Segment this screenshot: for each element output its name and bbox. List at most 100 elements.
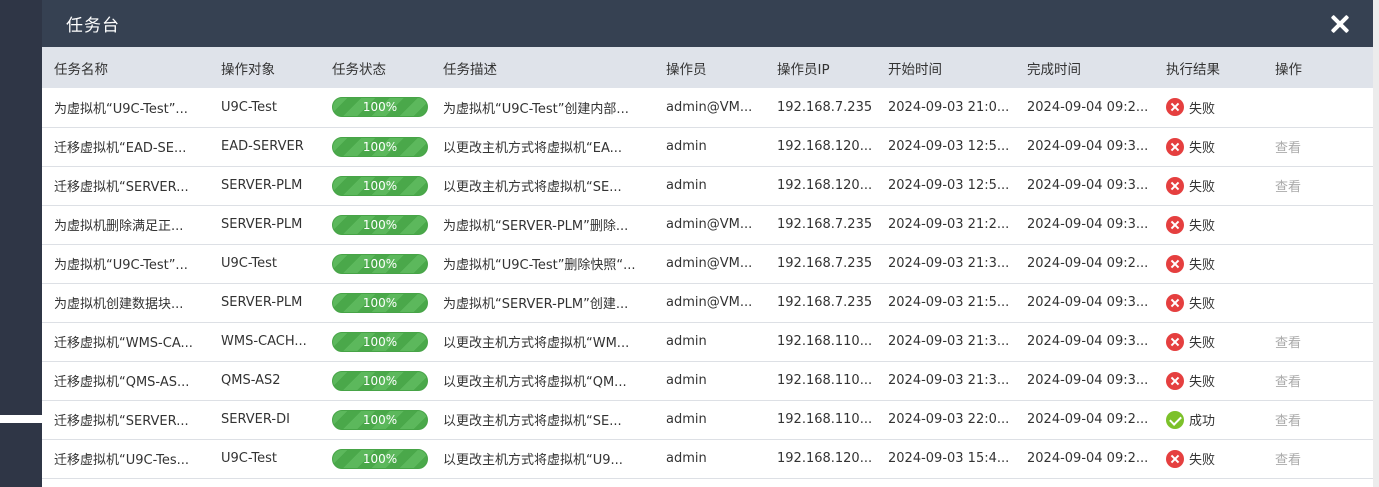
fail-icon: [1166, 137, 1184, 156]
status-cell: 100%: [320, 361, 431, 400]
result-cell: 失败: [1154, 322, 1263, 361]
end-time-cell: 2024-09-04 09:3...: [1027, 217, 1149, 232]
target-cell: QMS-AS2: [221, 373, 281, 388]
fail-icon: [1166, 215, 1184, 234]
action-cell: 查看: [1263, 400, 1373, 439]
task-name-cell: 为虚拟机创建数据块...: [54, 297, 184, 312]
operator-cell: admin@VM...: [666, 217, 753, 232]
progress-label: 100%: [362, 139, 398, 154]
description-cell: 为虚拟机“U9C-Test”创建内部...: [443, 101, 629, 117]
progress-bar: 100%: [332, 409, 428, 430]
result-label: 失败: [1189, 180, 1216, 195]
target-cell: U9C-Test: [221, 99, 277, 115]
view-link[interactable]: 查看: [1275, 336, 1301, 351]
operator-ip-cell: 192.168.120...: [777, 139, 873, 154]
column-header-description[interactable]: 任务描述: [431, 47, 654, 88]
operator-ip-cell: 192.168.110...: [777, 373, 873, 388]
description-cell: 以更改主机方式将虚拟机“SE...: [443, 180, 622, 195]
description-cell: 以更改主机方式将虚拟机“WM...: [443, 336, 630, 351]
view-link[interactable]: 查看: [1275, 141, 1301, 156]
fail-icon: [1166, 332, 1184, 351]
status-cell: 100%: [320, 244, 431, 283]
column-header-operator[interactable]: 操作员: [654, 47, 765, 88]
table-row[interactable]: 为虚拟机“U9C-Test”... U9C-Test 100% 为虚拟机“U9C-Te…: [42, 244, 1373, 283]
task-table: 任务名称 操作对象 任务状态 任务描述 操作员 操作员IP 开始时间 完成时间 …: [42, 47, 1373, 479]
operator-cell: admin: [666, 412, 707, 427]
result-cell: 失败: [1154, 205, 1263, 244]
task-name-cell: 迁移虚拟机“SERVER...: [54, 414, 189, 429]
fail-icon: [1166, 371, 1184, 390]
description-cell: 以更改主机方式将虚拟机“U9...: [443, 453, 623, 468]
table-row[interactable]: 为虚拟机创建数据块... SERVER-PLM 100% 为虚拟机“SERVER-PL…: [42, 283, 1373, 322]
operator-cell: admin: [666, 451, 707, 466]
status-cell: 100%: [320, 127, 431, 166]
operator-cell: admin@VM...: [666, 256, 753, 271]
result-label: 成功: [1189, 414, 1216, 429]
operator-ip-cell: 192.168.110...: [777, 412, 873, 427]
table-row[interactable]: 迁移虚拟机“U9C-Tes... U9C-Test 100% 以更改主机方式将虚拟机“…: [42, 439, 1373, 478]
scrollbar-track[interactable]: [1373, 0, 1379, 487]
description-cell: 以更改主机方式将虚拟机“EA...: [443, 141, 623, 156]
operator-ip-cell: 192.168.7.235: [777, 295, 873, 310]
column-header-status[interactable]: 任务状态: [320, 47, 431, 88]
column-header-start-time[interactable]: 开始时间: [876, 47, 1015, 88]
close-icon[interactable]: [1329, 13, 1351, 35]
status-cell: 100%: [320, 400, 431, 439]
target-cell: U9C-Test: [221, 451, 277, 466]
view-link[interactable]: 查看: [1275, 180, 1301, 195]
end-time-cell: 2024-09-04 09:3...: [1027, 178, 1149, 193]
operator-ip-cell: 192.168.120...: [777, 178, 873, 193]
target-cell: WMS-CACH...: [221, 334, 307, 349]
column-header-target[interactable]: 操作对象: [209, 47, 320, 88]
column-header-task-name[interactable]: 任务名称: [42, 47, 209, 88]
result-cell: 成功: [1154, 400, 1263, 439]
progress-bar: 100%: [332, 253, 428, 274]
backdrop-divider: [0, 415, 42, 423]
progress-bar: 100%: [332, 175, 428, 196]
result-label: 失败: [1189, 101, 1216, 117]
view-link[interactable]: 查看: [1275, 375, 1301, 390]
table-row[interactable]: 为虚拟机“U9C-Test”... U9C-Test 100% 为虚拟机“U9C-Te…: [42, 88, 1373, 127]
view-link[interactable]: 查看: [1275, 414, 1301, 429]
operator-ip-cell: 192.168.7.235: [777, 99, 873, 115]
progress-bar: 100%: [332, 214, 428, 235]
result-cell: 失败: [1154, 361, 1263, 400]
target-cell: SERVER-PLM: [221, 295, 303, 310]
status-cell: 100%: [320, 439, 431, 478]
operator-cell: admin@VM...: [666, 99, 753, 115]
table-row[interactable]: 迁移虚拟机“SERVER... SERVER-PLM 100% 以更改主机方式将虚拟机…: [42, 166, 1373, 205]
column-header-action: 操作: [1275, 61, 1302, 78]
table-row[interactable]: 迁移虚拟机“QMS-AS... QMS-AS2 100% 以更改主机方式将虚拟机“QM…: [42, 361, 1373, 400]
table-row[interactable]: 为虚拟机删除满足正... SERVER-PLM 100% 为虚拟机“SERVER-PL…: [42, 205, 1373, 244]
end-time-cell: 2024-09-04 09:2...: [1027, 412, 1149, 427]
table-row[interactable]: 迁移虚拟机“SERVER... SERVER-DI 100% 以更改主机方式将虚拟机“…: [42, 400, 1373, 439]
fail-icon: [1166, 98, 1184, 117]
table-row[interactable]: 迁移虚拟机“WMS-CA... WMS-CACH... 100% 以更改主机方式将虚拟…: [42, 322, 1373, 361]
view-link[interactable]: 查看: [1275, 453, 1301, 468]
progress-label: 100%: [362, 100, 398, 115]
result-cell: 失败: [1154, 244, 1263, 283]
end-time-cell: 2024-09-04 09:2...: [1027, 99, 1149, 115]
target-cell: U9C-Test: [221, 256, 277, 271]
end-time-cell: 2024-09-04 09:3...: [1027, 334, 1149, 349]
task-name-cell: 迁移虚拟机“QMS-AS...: [54, 375, 190, 390]
start-time-cell: 2024-09-03 21:3...: [888, 334, 1010, 349]
table-row[interactable]: 迁移虚拟机“EAD-SE... EAD-SERVER 100% 以更改主机方式将虚拟机…: [42, 127, 1373, 166]
start-time-cell: 2024-09-03 12:5...: [888, 139, 1010, 154]
result-label: 失败: [1189, 375, 1216, 390]
description-cell: 以更改主机方式将虚拟机“QM...: [443, 375, 627, 390]
column-header-operator-ip[interactable]: 操作员IP: [765, 47, 876, 88]
operator-ip-cell: 192.168.7.235: [777, 256, 873, 271]
modal-header: 任务台: [42, 0, 1373, 47]
result-label: 失败: [1189, 453, 1216, 468]
start-time-cell: 2024-09-03 22:0...: [888, 412, 1010, 427]
result-cell: 失败: [1154, 439, 1263, 478]
column-header-result[interactable]: 执行结果: [1154, 47, 1263, 88]
end-time-cell: 2024-09-04 09:3...: [1027, 295, 1149, 310]
modal-title: 任务台: [66, 16, 120, 36]
action-cell: 查看: [1263, 166, 1373, 205]
start-time-cell: 2024-09-03 12:5...: [888, 178, 1010, 193]
column-header-end-time[interactable]: 完成时间: [1015, 47, 1154, 88]
start-time-cell: 2024-09-03 21:0...: [888, 99, 1010, 115]
operator-ip-cell: 192.168.7.235: [777, 217, 873, 232]
